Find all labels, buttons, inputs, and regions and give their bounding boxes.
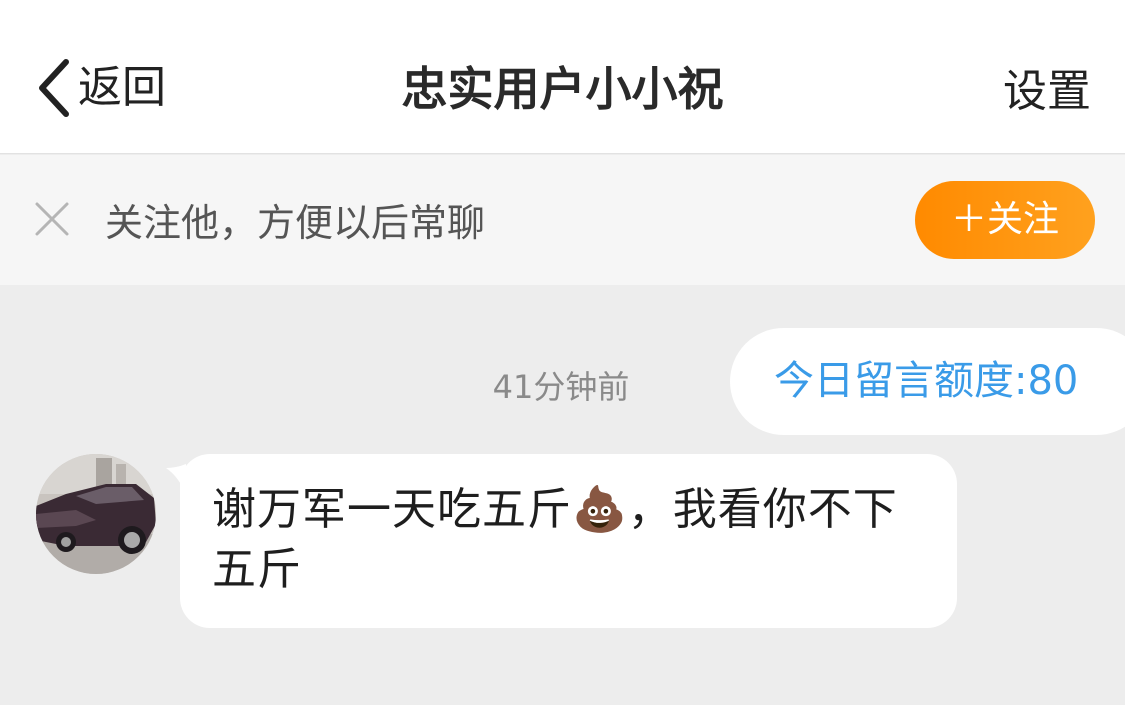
message-timestamp: 41分钟前 bbox=[492, 368, 630, 406]
back-button[interactable]: 返回 bbox=[34, 56, 166, 120]
chat-page: 返回 忠实用户小小祝 设置 关注他，方便以后常聊 ＋关注 41分钟前 今日留言额… bbox=[0, 0, 1125, 705]
message-text: 谢万军一天吃五斤💩，我看你不下五斤 bbox=[212, 484, 898, 595]
avatar-car-photo bbox=[36, 454, 156, 574]
daily-quota-pill: 今日留言额度:80 bbox=[730, 328, 1125, 435]
page-title: 忠实用户小小祝 bbox=[401, 62, 724, 116]
navigation-bar: 返回 忠实用户小小祝 设置 bbox=[0, 0, 1125, 154]
avatar[interactable] bbox=[36, 454, 156, 574]
follow-button[interactable]: ＋关注 bbox=[915, 181, 1095, 259]
back-label: 返回 bbox=[78, 62, 166, 113]
close-icon bbox=[35, 202, 69, 236]
settings-button[interactable]: 设置 bbox=[1003, 60, 1091, 124]
chevron-left-icon bbox=[39, 59, 69, 117]
message-bubble[interactable]: 谢万军一天吃五斤💩，我看你不下五斤 bbox=[180, 454, 957, 628]
follow-prompt-text: 关注他，方便以后常聊 bbox=[105, 201, 486, 245]
dismiss-follow-button[interactable] bbox=[34, 201, 70, 237]
